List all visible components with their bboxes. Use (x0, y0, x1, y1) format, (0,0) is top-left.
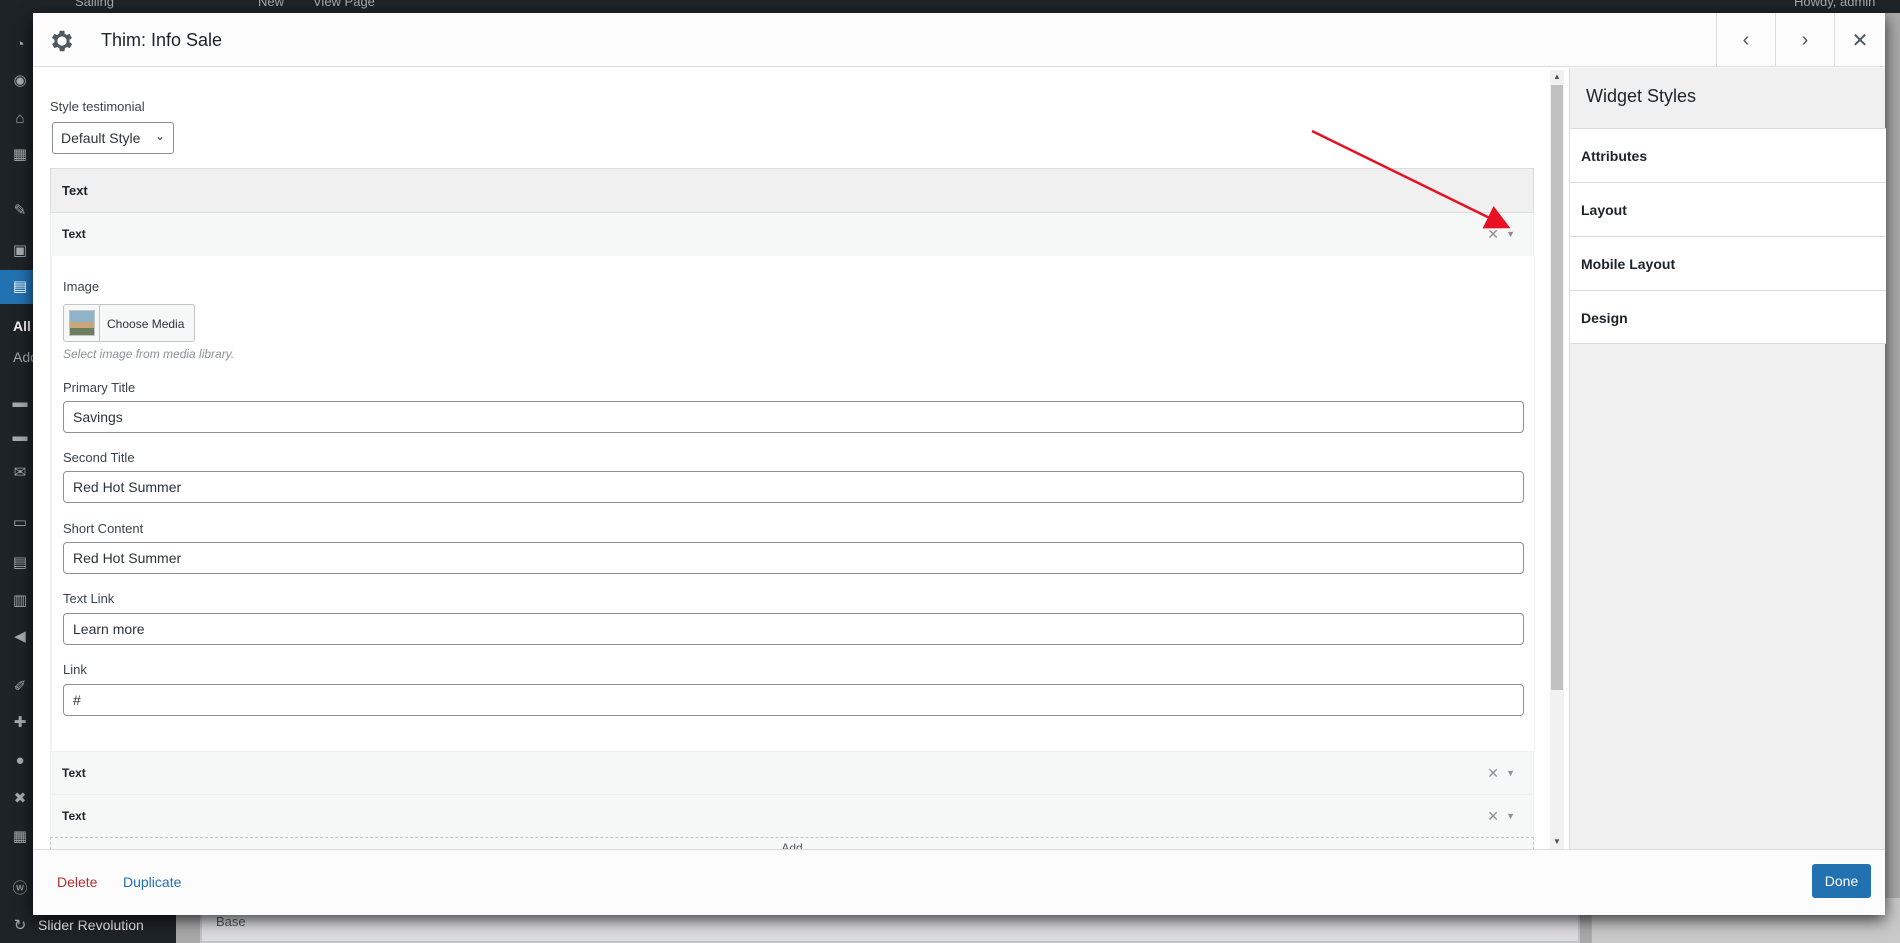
gear-icon (51, 30, 73, 52)
next-widget-button[interactable]: › (1775, 13, 1834, 67)
dialog-header: Thim: Info Sale ‹ › ✕ (33, 13, 1885, 67)
duplicate-link[interactable]: Duplicate (123, 874, 181, 890)
repeater-item-form: Image Choose Media Select image from med… (51, 256, 1535, 751)
comments-icon[interactable]: ▬ (10, 393, 30, 413)
second-title-input[interactable] (63, 471, 1524, 503)
chevron-left-icon: ‹ (1742, 28, 1750, 51)
pages-icon[interactable]: ▤ (10, 277, 30, 297)
remove-item-icon[interactable]: ✕ (1487, 765, 1499, 782)
section-attributes[interactable]: Attributes (1570, 128, 1886, 182)
theme-icon[interactable]: ◉ (10, 71, 30, 91)
chevron-right-icon: › (1801, 28, 1809, 51)
short-content-label: Short Content (63, 521, 144, 536)
section-design[interactable]: Design (1570, 290, 1886, 344)
link-input[interactable] (63, 684, 1524, 716)
section-mobile-layout[interactable]: Mobile Layout (1570, 236, 1886, 290)
toggle-item-icon[interactable]: ▼ (1506, 768, 1515, 778)
delete-link[interactable]: Delete (57, 874, 97, 890)
dashboard-icon[interactable]: ◔ (10, 35, 30, 55)
section-label: Attributes (1581, 148, 1648, 164)
style-testimonial-label: Style testimonial (50, 99, 145, 114)
repeater-item: Text ✕ ▼ Image Choose Media Select image… (50, 213, 1535, 751)
repeater-item-title: Text (62, 227, 86, 241)
text-link-input[interactable] (63, 613, 1524, 645)
scroll-down-icon[interactable]: ▼ (1553, 837, 1561, 846)
add-item-button[interactable]: Add (50, 837, 1534, 849)
toggle-item-icon[interactable]: ▼ (1506, 811, 1515, 821)
style-testimonial-select[interactable]: Default Style ⌄ (52, 122, 174, 154)
repeater-item-title: Text (62, 766, 86, 780)
repeater-item: Text ✕ ▼ (50, 751, 1534, 794)
dialog-title: Thim: Info Sale (101, 30, 223, 50)
image-label: Image (63, 279, 100, 294)
scrollbar-thumb[interactable] (1551, 85, 1563, 690)
users-icon[interactable]: ● (10, 751, 30, 771)
section-layout[interactable]: Layout (1570, 182, 1886, 236)
section-label: Mobile Layout (1581, 256, 1676, 272)
home-icon[interactable]: ⌂ (10, 109, 30, 129)
repeater-item-header[interactable]: Text ✕ ▼ (51, 752, 1533, 795)
repeater-item-header[interactable]: Text ✕ ▼ (51, 795, 1533, 838)
analytics-icon[interactable]: ▥ (10, 591, 30, 611)
dialog-form-area: Style testimonial Default Style ⌄ Text T… (33, 68, 1568, 849)
settings-icon[interactable]: ▦ (10, 827, 30, 847)
form-scrollbar[interactable]: ▲ ▼ (1550, 70, 1564, 849)
primary-title-input[interactable] (63, 401, 1524, 433)
marketing-icon[interactable]: ◀ (10, 627, 30, 647)
repeater-item: Text ✕ ▼ (50, 794, 1534, 837)
primary-title-label: Primary Title (63, 380, 136, 395)
menu-slider-revolution[interactable]: Slider Revolution (38, 917, 144, 933)
section-label: Design (1581, 310, 1628, 326)
short-content-input[interactable] (63, 542, 1524, 574)
choose-media-label: Choose Media (107, 317, 185, 331)
admin-bar: Sailing New View Page Howdy, admin (0, 0, 1900, 13)
background-row-label: Base (216, 914, 246, 929)
plugins-icon[interactable]: ✚ (10, 713, 30, 733)
widget-styles-title: Widget Styles (1586, 86, 1697, 106)
pin-icon[interactable]: ✎ (10, 201, 30, 221)
text-link-label: Text Link (63, 591, 115, 606)
divider (99, 305, 100, 341)
chevron-down-icon: ⌄ (154, 129, 165, 143)
toggle-item-icon[interactable]: ▼ (1506, 229, 1515, 239)
done-button[interactable]: Done (1812, 864, 1871, 898)
remove-item-icon[interactable]: ✕ (1487, 226, 1499, 243)
widget-styles-sidebar: Widget Styles Attributes Layout Mobile L… (1569, 68, 1886, 849)
media-icon[interactable]: ▣ (10, 241, 30, 261)
mail-icon[interactable]: ✉ (10, 463, 30, 483)
previous-widget-button[interactable]: ‹ (1716, 13, 1775, 67)
menu-all-pages[interactable]: All (13, 318, 31, 334)
products-icon[interactable]: ▤ (10, 553, 30, 573)
remove-item-icon[interactable]: ✕ (1487, 808, 1499, 825)
close-dialog-button[interactable]: ✕ (1834, 13, 1885, 67)
text-repeater-header[interactable]: Text (50, 168, 1534, 213)
woo-icon[interactable]: ▭ (10, 513, 30, 533)
appearance-icon[interactable]: ✐ (10, 677, 30, 697)
close-icon: ✕ (1851, 29, 1869, 52)
view-page-link[interactable]: View Page (313, 0, 375, 9)
style-testimonial-value: Default Style (61, 130, 141, 146)
calendar-icon[interactable]: ▦ (10, 145, 30, 165)
repeater-item-header[interactable]: Text ✕ ▼ (51, 213, 1533, 256)
feedback-icon[interactable]: ▬ (10, 427, 30, 447)
choose-media-button[interactable]: Choose Media (63, 304, 195, 342)
new-link[interactable]: New (258, 0, 284, 9)
second-title-label: Second Title (63, 450, 135, 465)
slider-revolution-icon[interactable]: ↻ (10, 916, 30, 936)
widget-edit-dialog: Thim: Info Sale ‹ › ✕ Style testimonial … (33, 13, 1886, 915)
tools-icon[interactable]: ✖ (10, 789, 30, 809)
howdy-text[interactable]: Howdy, admin (1794, 0, 1875, 9)
repeater-label: Text (62, 183, 88, 198)
section-label: Layout (1581, 202, 1627, 218)
image-thumbnail (69, 310, 95, 336)
site-name[interactable]: Sailing (75, 0, 114, 9)
scroll-up-icon[interactable]: ▲ (1553, 72, 1561, 81)
link-label: Link (63, 662, 87, 677)
image-hint: Select image from media library. (63, 347, 235, 361)
dialog-footer: Delete Duplicate Done (33, 849, 1885, 915)
repeater-item-title: Text (62, 809, 86, 823)
wordpress-icon[interactable]: ⓦ (10, 879, 30, 899)
